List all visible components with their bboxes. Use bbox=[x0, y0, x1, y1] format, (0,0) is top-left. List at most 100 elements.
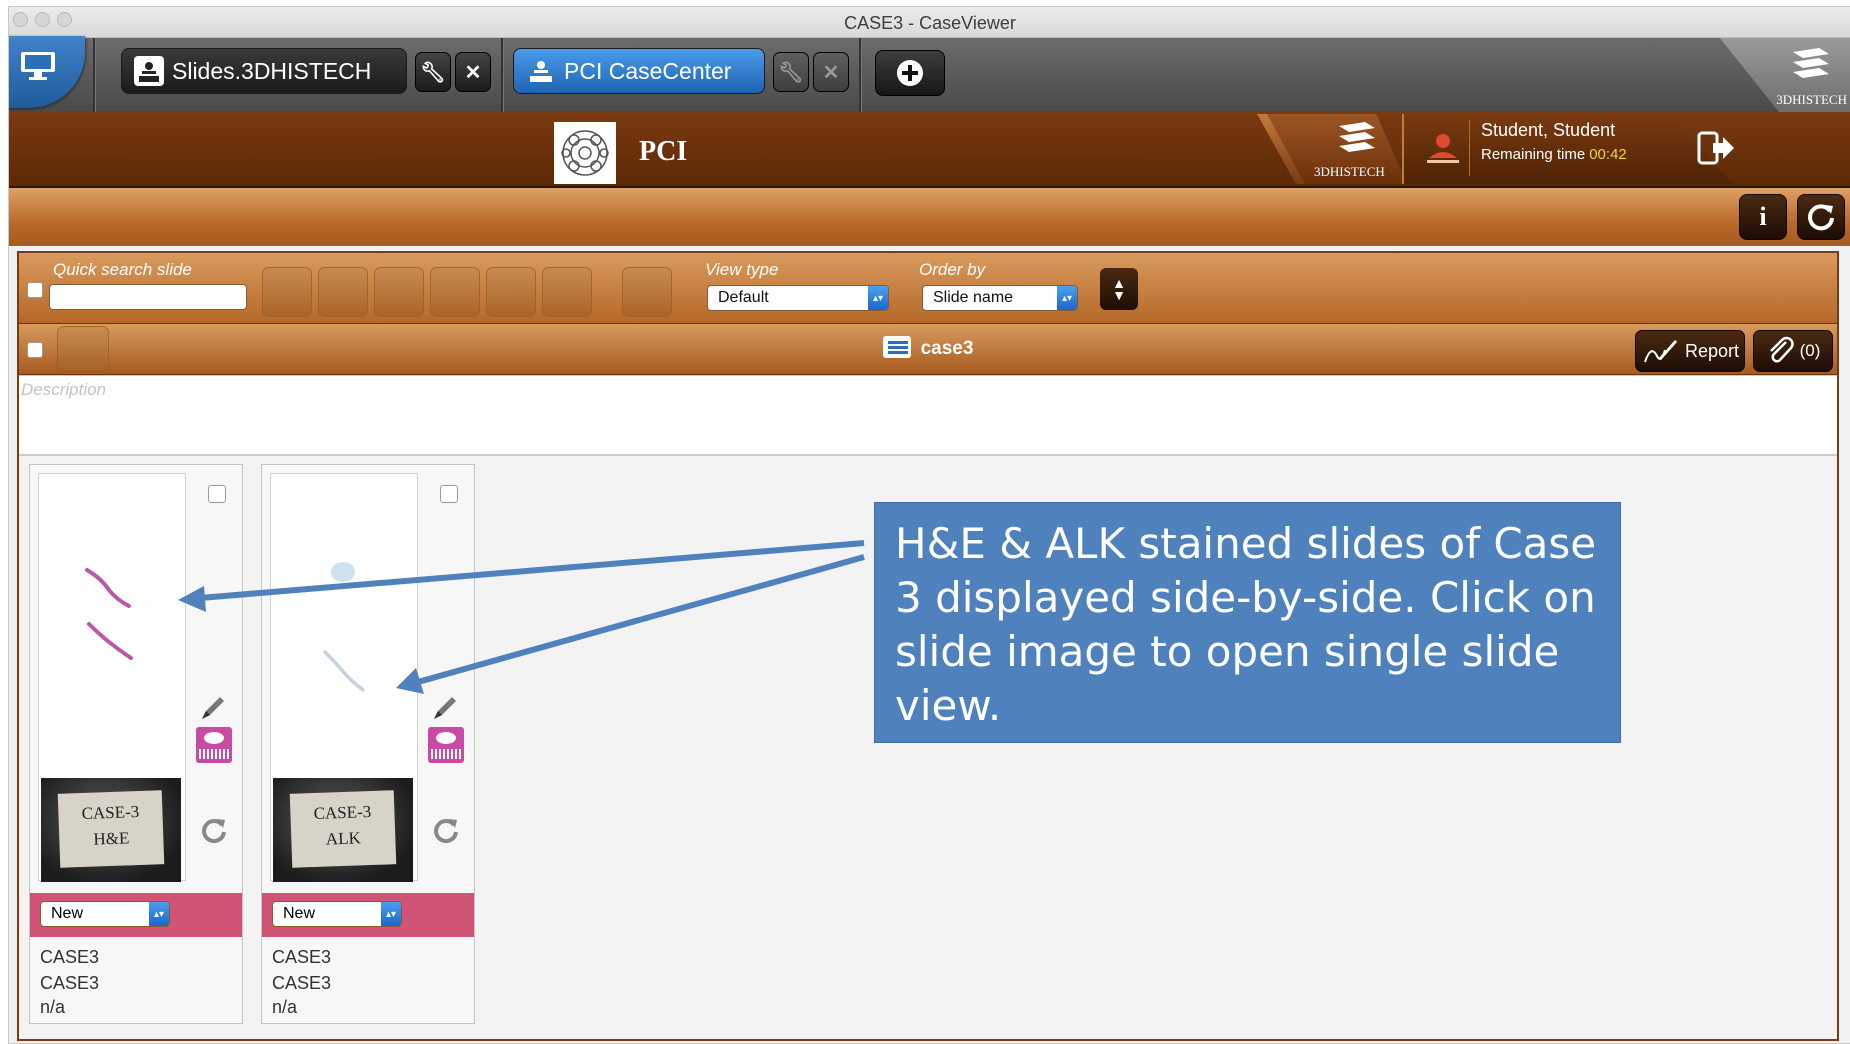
refresh-button[interactable] bbox=[1797, 194, 1845, 240]
wrench-icon: 🔧︎ bbox=[778, 61, 804, 84]
status-select[interactable]: New ▴▾ bbox=[272, 901, 402, 927]
slide-meta-line: n/a bbox=[272, 997, 298, 1017]
tab-label: Slides.3DHISTECH bbox=[172, 57, 372, 84]
slide-checkbox[interactable] bbox=[208, 485, 226, 503]
logout-icon bbox=[1697, 131, 1734, 165]
status-value: New bbox=[283, 905, 316, 922]
tab-label: PCI CaseCenter bbox=[564, 57, 732, 84]
add-tab-button[interactable] bbox=[875, 50, 945, 96]
select-arrows-icon: ▴▾ bbox=[381, 902, 401, 926]
slide-card: CASE-3 ALK New ▴▾ CASE3 CASE3 n/a bbox=[261, 464, 475, 1024]
quick-search-input[interactable] bbox=[49, 284, 247, 310]
tab-separator bbox=[859, 38, 862, 112]
pencil-icon[interactable] bbox=[430, 693, 460, 723]
delete-slide-button[interactable] bbox=[374, 267, 424, 317]
email-slide-button[interactable] bbox=[486, 267, 536, 317]
plus-circle-icon bbox=[897, 60, 923, 86]
open-slide-button[interactable] bbox=[262, 267, 312, 317]
tab-settings-button[interactable]: 🔧︎ bbox=[773, 52, 809, 92]
description-placeholder: Description bbox=[21, 380, 107, 399]
title-bar: CASE3 - CaseViewer bbox=[9, 7, 1850, 38]
globe-logo-icon bbox=[561, 130, 609, 176]
slide-label-line2: ALK bbox=[325, 828, 362, 849]
group-slide-button[interactable] bbox=[430, 267, 480, 317]
tab-slides-3dhistech[interactable]: Slides.3DHISTECH bbox=[121, 48, 407, 94]
brand-name: 3DHISTECH bbox=[1314, 164, 1385, 179]
tissue-image bbox=[85, 568, 133, 660]
slide-checkbox[interactable] bbox=[440, 485, 458, 503]
slide-label-paper: CASE-3 ALK bbox=[289, 790, 397, 868]
case-name: case3 bbox=[920, 338, 974, 359]
select-arrows-icon: ▴▾ bbox=[1057, 286, 1077, 310]
slide-label-photo: CASE-3 H&E bbox=[41, 778, 181, 882]
info-icon: i bbox=[1759, 202, 1767, 231]
attachments-button[interactable]: (0) bbox=[1753, 330, 1833, 372]
sort-icon: ▲ ▼ bbox=[1112, 275, 1126, 303]
action-bar: i bbox=[9, 188, 1850, 246]
user-name: Student, Student bbox=[1481, 120, 1616, 140]
remaining-time-label: Remaining time bbox=[1481, 146, 1586, 163]
order-by-label: Order by bbox=[919, 260, 986, 279]
select-arrows-icon: ▴▾ bbox=[868, 286, 888, 310]
monitor-icon bbox=[21, 52, 55, 80]
sort-direction-button[interactable]: ▲ ▼ bbox=[1100, 268, 1138, 310]
slide-label-paper: CASE-3 H&E bbox=[57, 790, 165, 868]
wrench-icon: 🔧︎ bbox=[420, 61, 446, 84]
home-button[interactable] bbox=[9, 36, 85, 108]
slide-card: CASE-3 H&E New ▴▾ CASE3 CASE3 n/a bbox=[29, 464, 243, 1024]
tab-settings-button[interactable]: 🔧︎ bbox=[415, 52, 451, 92]
tab-close-button[interactable]: ✕ bbox=[813, 52, 849, 92]
user-card-icon bbox=[526, 56, 556, 86]
case-header: case3 Report (0) bbox=[19, 324, 1837, 375]
report-button[interactable]: Report bbox=[1635, 330, 1745, 372]
select-all-checkbox[interactable] bbox=[27, 282, 43, 298]
report-label: Report bbox=[1684, 340, 1740, 361]
barcode-icon[interactable] bbox=[196, 727, 232, 763]
status-select[interactable]: New ▴▾ bbox=[40, 901, 170, 927]
refresh-icon[interactable] bbox=[200, 817, 228, 845]
brand-logo-icon bbox=[1339, 122, 1375, 152]
select-arrows-icon: ▴▾ bbox=[149, 902, 169, 926]
slide-label-line1: CASE-3 bbox=[81, 802, 140, 824]
order-by-select[interactable]: Slide name ▴▾ bbox=[922, 285, 1078, 311]
transfer-slide-button[interactable] bbox=[622, 267, 672, 317]
slide-meta-line: CASE3 bbox=[272, 947, 332, 967]
brand-logo-icon bbox=[1793, 48, 1829, 78]
slide-label-line2: H&E bbox=[93, 828, 130, 849]
slide-meta-line: CASE3 bbox=[272, 973, 332, 993]
info-button[interactable]: i bbox=[1739, 194, 1787, 240]
status-value: New bbox=[51, 905, 84, 922]
slide-meta-line: CASE3 bbox=[40, 973, 100, 993]
org-logo bbox=[554, 122, 616, 184]
annotation-callout: H&E & ALK stained slides of Case 3 displ… bbox=[874, 502, 1621, 743]
tab-close-button[interactable]: ✕ bbox=[455, 52, 491, 92]
slide-meta-line: n/a bbox=[40, 997, 66, 1017]
slide-thumbnail[interactable]: CASE-3 H&E bbox=[38, 473, 186, 882]
slide-meta-line: CASE3 bbox=[40, 947, 100, 967]
paperclip-icon bbox=[1769, 336, 1794, 363]
pencil-icon[interactable] bbox=[198, 693, 228, 723]
tab-pci-casecenter[interactable]: PCI CaseCenter bbox=[513, 48, 765, 94]
case-title: case3 bbox=[19, 336, 1837, 360]
org-header: PCI 3DHISTECH Student, Student Remaining… bbox=[9, 112, 1850, 188]
signature-pen-icon bbox=[1644, 340, 1677, 363]
view-type-value: Default bbox=[718, 289, 769, 306]
refresh-icon[interactable] bbox=[432, 817, 460, 845]
attachments-count: (0) bbox=[1799, 341, 1821, 360]
barcode-icon[interactable] bbox=[428, 727, 464, 763]
slide-status-bar: New ▴▾ bbox=[262, 893, 474, 937]
close-icon: ✕ bbox=[464, 61, 482, 84]
logout-button[interactable] bbox=[1697, 130, 1737, 171]
slide-thumbnail[interactable]: CASE-3 ALK bbox=[270, 473, 418, 882]
image-slide-button[interactable] bbox=[542, 267, 592, 317]
order-by-value: Slide name bbox=[933, 289, 1014, 306]
slide-toolbar: Quick search slide View type Default ▴▾ … bbox=[19, 253, 1837, 324]
export-slide-button[interactable] bbox=[318, 267, 368, 317]
brand-logo-tab: 3DHISTECH bbox=[1719, 38, 1850, 112]
view-type-select[interactable]: Default ▴▾ bbox=[707, 285, 889, 311]
description-field[interactable]: Description bbox=[19, 376, 1837, 455]
slide-status-bar: New ▴▾ bbox=[30, 893, 242, 937]
view-type-label: View type bbox=[705, 260, 779, 279]
window-title: CASE3 - CaseViewer bbox=[844, 13, 1016, 33]
user-card-icon bbox=[134, 56, 164, 86]
